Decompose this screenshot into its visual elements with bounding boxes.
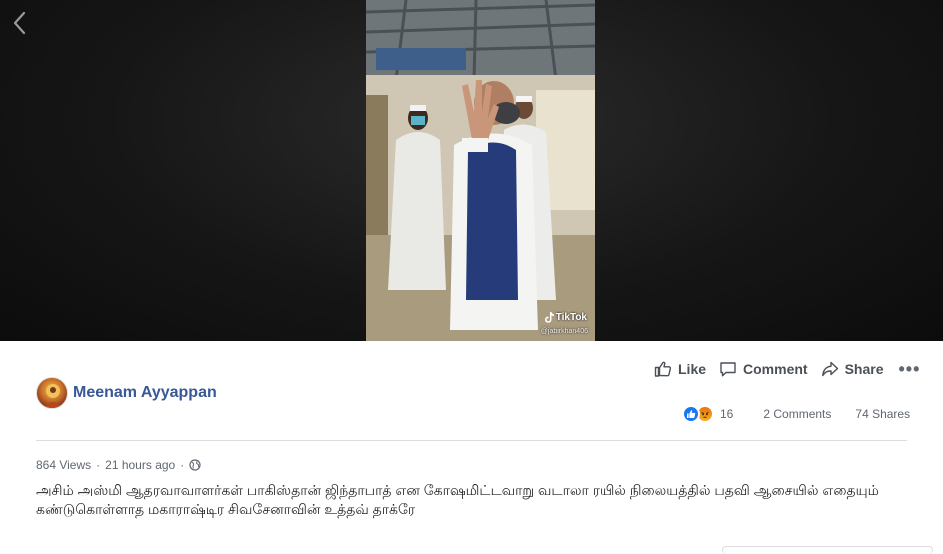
tiktok-watermark: TikTok (544, 312, 587, 323)
shares-count[interactable]: 74 Shares (855, 407, 910, 421)
comments-count[interactable]: 2 Comments (763, 407, 831, 421)
chevron-left-icon[interactable] (9, 10, 31, 36)
reactions-count[interactable]: 16 (720, 407, 733, 421)
like-icon (682, 405, 700, 423)
next-section-edge (722, 546, 933, 554)
views-count: 864 Views (36, 458, 92, 472)
video-still (366, 0, 595, 341)
meta-separator-2: · (180, 458, 185, 472)
poster-info: Meenam Ayyappan (36, 377, 217, 409)
tiktok-handle: @jabirkhan406 (540, 328, 588, 335)
reaction-icons[interactable] (682, 405, 714, 423)
like-label: Like (678, 361, 707, 377)
tiktok-label: TikTok (555, 312, 587, 323)
post-meta: 864 Views · 21 hours ago · (36, 458, 201, 472)
video-player[interactable]: TikTok @jabirkhan406 (0, 0, 943, 341)
post-caption: அசிம் அஸ்மி ஆதரவாவாளர்கள் பாகிஸ்தான் ஜிந… (36, 482, 879, 517)
share-button[interactable]: Share (821, 360, 884, 378)
tiktok-logo-icon (544, 312, 554, 323)
avatar[interactable] (36, 377, 68, 409)
thumbs-up-icon (654, 361, 672, 377)
engagement-stats: 16 2 Comments 74 Shares (682, 404, 910, 424)
share-icon (821, 361, 838, 377)
comment-button[interactable]: Comment (719, 360, 808, 378)
globe-icon (189, 459, 201, 471)
divider (36, 440, 907, 441)
meta-separator: · (96, 458, 101, 472)
poster-name[interactable]: Meenam Ayyappan (73, 384, 217, 402)
post-timestamp[interactable]: 21 hours ago (105, 458, 175, 472)
share-label: Share (844, 361, 884, 377)
video-frame[interactable]: TikTok @jabirkhan406 (366, 0, 595, 341)
comment-icon (720, 362, 736, 377)
action-bar: Like Comment Share ••• (654, 358, 920, 380)
like-button[interactable]: Like (654, 360, 706, 378)
comment-label: Comment (743, 361, 808, 377)
avatar-image (43, 384, 63, 408)
more-options-button[interactable]: ••• (899, 360, 921, 378)
